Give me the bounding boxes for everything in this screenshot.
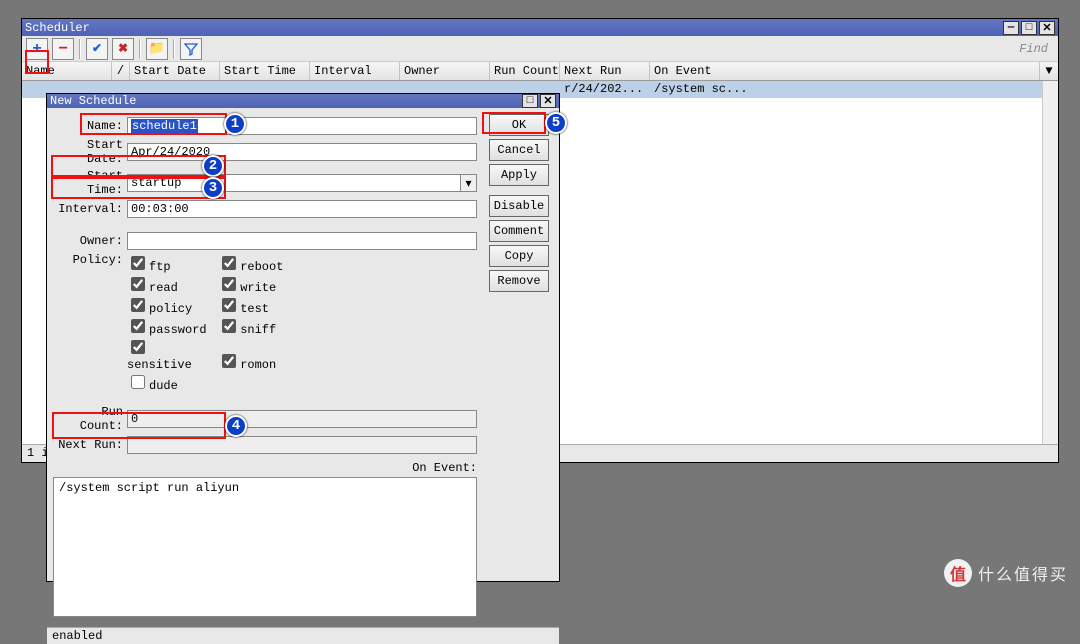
start-time-dropdown[interactable]: ▾ <box>461 174 477 192</box>
on-event-input[interactable] <box>53 477 477 617</box>
start-time-input[interactable]: startup <box>127 174 461 192</box>
watermark-text: 什么值得买 <box>978 561 1068 585</box>
policy-policy-checkbox[interactable] <box>131 298 145 312</box>
cell-on-event: /system sc... <box>650 81 1058 98</box>
dialog-maximize-button[interactable]: □ <box>522 94 538 108</box>
policy-test-checkbox[interactable] <box>222 298 236 312</box>
owner-input[interactable] <box>127 232 477 250</box>
dialog-title: New Schedule <box>50 94 522 108</box>
start-date-label: Start Date: <box>53 138 123 166</box>
titlebar: Scheduler — □ ✕ <box>22 19 1058 36</box>
maximize-button[interactable]: □ <box>1021 21 1037 35</box>
name-label: Name: <box>53 119 123 133</box>
remove-button[interactable]: − <box>52 38 74 60</box>
next-run-value <box>127 436 477 454</box>
interval-input[interactable]: 00:03:00 <box>127 200 477 218</box>
policy-romon-checkbox[interactable] <box>222 354 236 368</box>
ok-button[interactable]: OK <box>489 114 549 136</box>
cancel-button[interactable]: Cancel <box>489 139 549 161</box>
table-header: Name / Start Date Start Time Interval Ow… <box>22 62 1058 81</box>
column-menu[interactable]: ▼ <box>1040 62 1058 80</box>
start-date-input[interactable]: Apr/24/2020 <box>127 143 477 161</box>
policy-reboot-label: reboot <box>240 260 283 274</box>
policy-romon-label: romon <box>240 358 276 372</box>
policy-ftp-label: ftp <box>149 260 171 274</box>
policy-sensitive-checkbox[interactable] <box>131 340 145 354</box>
policy-read-checkbox[interactable] <box>131 277 145 291</box>
col-run-count[interactable]: Run Count <box>490 62 560 80</box>
policy-policy-label: policy <box>149 302 192 316</box>
comment-button[interactable]: Comment <box>489 220 549 242</box>
minimize-button[interactable]: — <box>1003 21 1019 35</box>
next-run-label: Next Run: <box>53 438 123 452</box>
disable-button[interactable]: ✖ <box>112 38 134 60</box>
separator <box>173 39 175 59</box>
comment-button[interactable]: 📁 <box>146 38 168 60</box>
apply-button[interactable]: Apply <box>489 164 549 186</box>
name-input[interactable]: schedule1 <box>127 117 477 135</box>
disable-button[interactable]: Disable <box>489 195 549 217</box>
policy-sniff-checkbox[interactable] <box>222 319 236 333</box>
separator <box>139 39 141 59</box>
interval-label: Interval: <box>53 202 123 216</box>
copy-button[interactable]: Copy <box>489 245 549 267</box>
scrollbar[interactable] <box>1042 81 1058 444</box>
col-start-date[interactable]: Start Date <box>130 62 220 80</box>
policy-dude-label: dude <box>149 379 178 393</box>
policy-test-label: test <box>240 302 269 316</box>
policy-write-label: write <box>240 281 276 295</box>
policy-ftp-checkbox[interactable] <box>131 256 145 270</box>
col-next-run[interactable]: Next Run <box>560 62 650 80</box>
filter-button[interactable] <box>180 38 202 60</box>
start-time-label: Start Time: <box>53 169 123 197</box>
run-count-value: 0 <box>127 410 477 428</box>
policy-read-label: read <box>149 281 178 295</box>
policy-write-checkbox[interactable] <box>222 277 236 291</box>
funnel-icon <box>184 42 198 56</box>
policy-sniff-label: sniff <box>240 323 276 337</box>
run-count-label: Run Count: <box>53 405 123 433</box>
enable-button[interactable]: ✔ <box>86 38 108 60</box>
close-button[interactable]: ✕ <box>1039 21 1055 35</box>
cell-next-run: r/24/202... <box>560 81 650 98</box>
col-start-time[interactable]: Start Time <box>220 62 310 80</box>
new-schedule-dialog: New Schedule □ ✕ Name: schedule1 Start D… <box>46 93 560 582</box>
col-name[interactable]: Name <box>22 62 112 80</box>
add-button[interactable]: + <box>26 38 48 60</box>
policy-password-label: password <box>149 323 207 337</box>
col-sort[interactable]: / <box>112 62 130 80</box>
find-link[interactable]: Find <box>1019 42 1054 56</box>
policy-label: Policy: <box>53 253 123 267</box>
dialog-close-button[interactable]: ✕ <box>540 94 556 108</box>
policy-dude-checkbox[interactable] <box>131 375 145 389</box>
owner-label: Owner: <box>53 234 123 248</box>
policy-sensitive-label: sensitive <box>127 358 192 372</box>
watermark: 值 什么值得买 <box>944 559 1068 587</box>
policy-password-checkbox[interactable] <box>131 319 145 333</box>
dialog-titlebar: New Schedule □ ✕ <box>47 94 559 108</box>
col-interval[interactable]: Interval <box>310 62 400 80</box>
remove-button[interactable]: Remove <box>489 270 549 292</box>
window-title: Scheduler <box>25 21 1003 35</box>
on-event-label: On Event: <box>53 457 477 477</box>
watermark-logo: 值 <box>944 559 972 587</box>
col-owner[interactable]: Owner <box>400 62 490 80</box>
dialog-status: enabled <box>47 627 559 644</box>
policy-reboot-checkbox[interactable] <box>222 256 236 270</box>
name-value: schedule1 <box>131 119 198 133</box>
separator <box>79 39 81 59</box>
col-on-event[interactable]: On Event <box>650 62 1040 80</box>
toolbar: + − ✔ ✖ 📁 Find <box>22 36 1058 62</box>
